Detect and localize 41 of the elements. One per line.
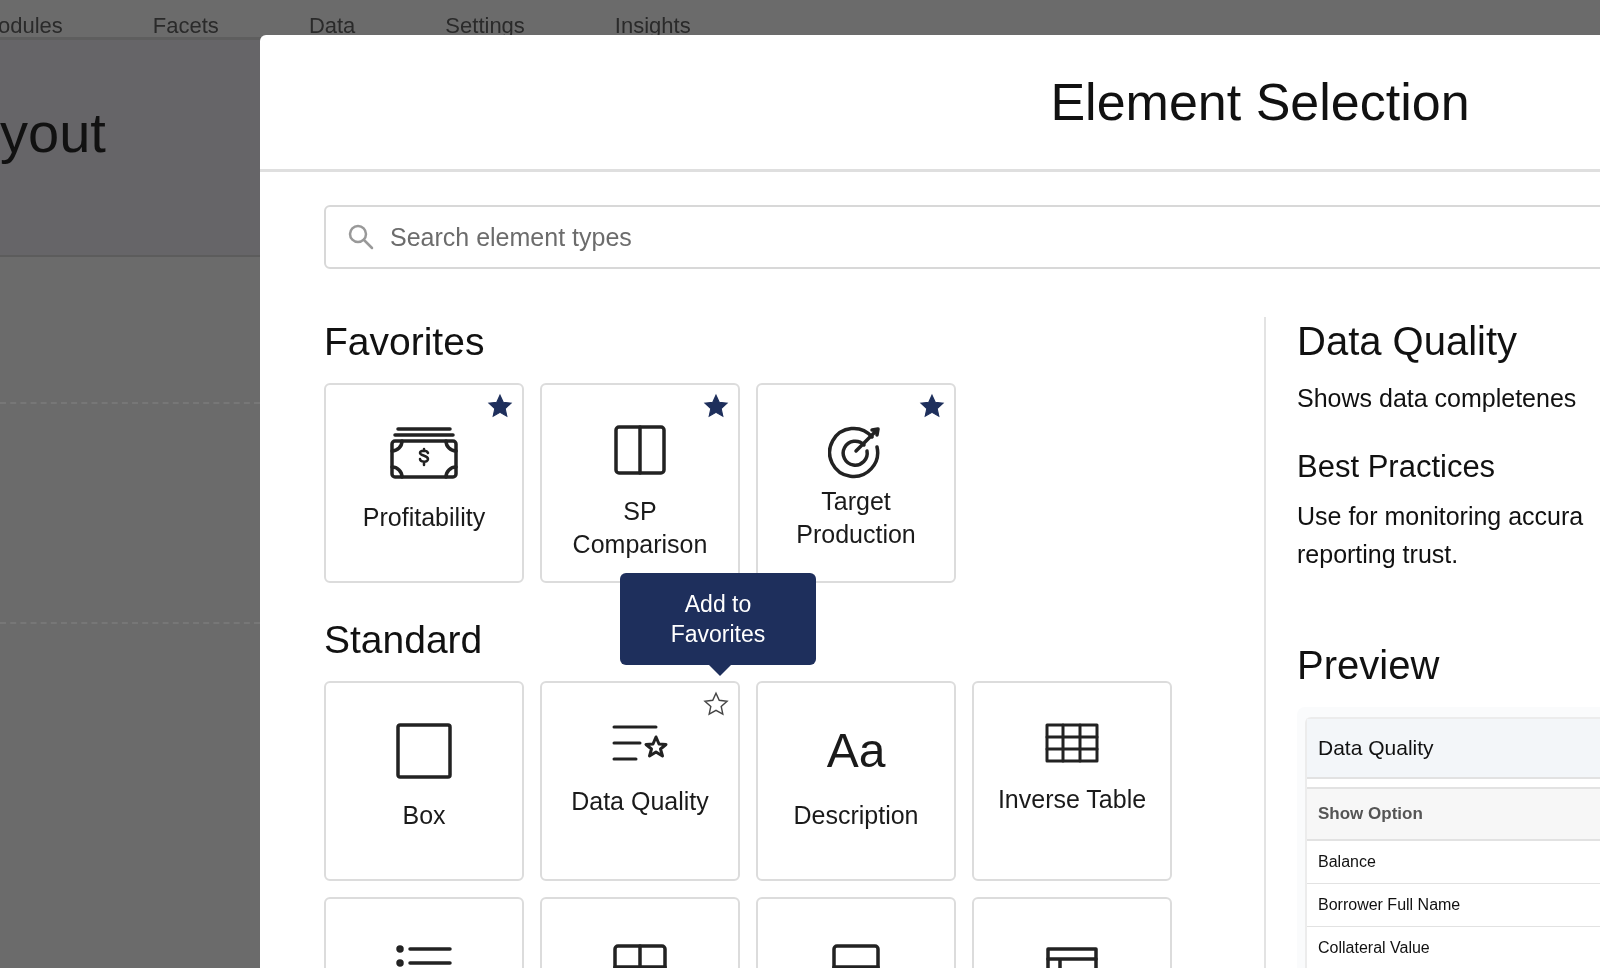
card-label: Inverse Table — [997, 784, 1147, 815]
element-card[interactable]: Box — [324, 681, 524, 881]
card-label: Description — [793, 800, 919, 831]
card-label: Target Production — [795, 486, 917, 550]
card-label: Profitability — [362, 502, 486, 533]
star-icon[interactable] — [703, 393, 729, 419]
modal-title: Element Selection — [1050, 72, 1470, 132]
column-header: Show Option — [1307, 787, 1600, 841]
search-icon — [348, 224, 374, 250]
element-card[interactable]: SP Comparison — [540, 383, 740, 583]
text-icon: Aa — [826, 723, 886, 779]
tooltip-pointer — [708, 664, 732, 676]
star-icon[interactable] — [487, 393, 513, 419]
details-title: Data Quality — [1297, 318, 1519, 365]
columns-icon — [614, 425, 666, 475]
preview-heading: Preview — [1297, 642, 1441, 689]
element-card[interactable]: Profitability — [324, 383, 524, 583]
best-practices-text: Use for monitoring accura reporting trust. — [1297, 501, 1585, 570]
table-cell: Collateral Value — [1307, 927, 1600, 968]
card-label: Data Quality — [571, 786, 709, 817]
square-icon — [396, 723, 452, 779]
table-cell: Borrower Full Name — [1307, 884, 1600, 927]
page-title: yout — [0, 100, 106, 165]
card-label: SP Comparison — [571, 496, 709, 560]
element-card[interactable]: Data Quality — [540, 681, 740, 881]
description-text: Shows data completenes — [1297, 383, 1578, 414]
section-heading: Standard — [324, 617, 483, 663]
star-icon[interactable] — [703, 691, 729, 717]
preview-title: Data Quality — [1307, 719, 1600, 779]
table-cell: Balance — [1307, 841, 1600, 884]
element-card[interactable]: Aa Description — [756, 681, 956, 881]
element-card[interactable]: Target Production — [756, 383, 956, 583]
star-icon[interactable] — [919, 393, 945, 419]
card-label: Box — [402, 800, 446, 831]
table-icon — [1045, 723, 1099, 763]
money-icon — [390, 425, 458, 481]
section-heading: Favorites — [324, 319, 485, 365]
best-practices-heading: Best Practices — [1297, 449, 1497, 485]
element-card[interactable]: Inverse Table — [972, 681, 1172, 881]
tooltip: Add to Favorites — [620, 573, 816, 665]
search-field[interactable]: Search element types — [324, 205, 1600, 269]
